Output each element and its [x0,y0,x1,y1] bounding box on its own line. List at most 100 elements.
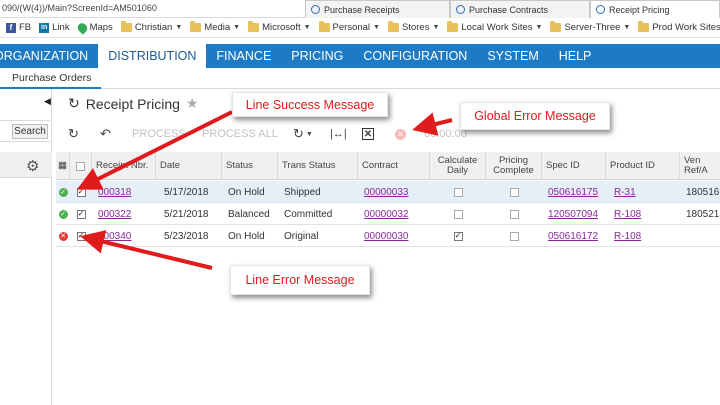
spec-id-cell[interactable]: 050616172 [544,225,606,247]
process-button[interactable]: PROCESS [132,126,186,142]
bookmark-folder-christian[interactable]: Christian ▼ [120,21,183,33]
bookmark-folder-microsoft[interactable]: Microsoft ▼ [248,21,311,33]
row-select-checkbox[interactable]: ✓ [70,203,92,225]
bookmark-fb[interactable]: f FB [6,22,31,33]
page-icon [456,5,465,14]
nav-configuration[interactable]: CONFIGURATION [353,44,477,68]
row-status-cell: ✓ [56,181,70,203]
col-trans-status[interactable]: Trans Status [278,152,358,180]
col-contract[interactable]: Contract [358,152,430,180]
folder-icon [550,21,562,32]
chevron-down-icon: ▼ [175,24,183,31]
grid-header: ▦ Receipt Nbr. Date Status Trans Status … [56,152,720,180]
bookmark-folder-local-work-sites[interactable]: Local Work Sites ▼ [447,21,543,33]
search-button[interactable]: Search [12,124,48,139]
col-status[interactable]: Status [222,152,278,180]
address-bar[interactable]: 090/(W(4))/Main?ScreenId=AM501060 [0,0,300,18]
bookmark-folder-prod-work-sites[interactable]: Prod Work Sites▼ [638,21,720,33]
pricing-complete-checkbox[interactable] [486,181,542,203]
browser-tab-receipt-pricing[interactable]: Receipt Pricing [590,0,720,18]
bookmarks-bar: f FB in Link Maps Christian ▼ Media ▼ Micros… [0,18,720,38]
page-icon [311,5,320,14]
browser-top-bar: 090/(W(4))/Main?ScreenId=AM501060 Purcha… [0,0,720,18]
collapse-left-icon[interactable]: ◀ [44,96,51,107]
receipt-nbr-cell[interactable]: 000318 [94,181,156,203]
trans-status-cell: Original [284,230,319,242]
nav-distribution[interactable]: DISTRIBUTION [98,44,207,68]
product-id-cell[interactable]: R-31 [610,181,680,203]
nav-organization[interactable]: ORGANIZATION [0,44,98,68]
subnav-purchase-orders[interactable]: Purchase Orders [0,68,102,89]
facebook-icon: f [6,22,16,33]
calculate-daily-checkbox[interactable]: ✓ [430,225,486,247]
col-ven-ref[interactable]: Ven Ref/A [680,152,720,180]
favorite-star-icon[interactable]: ★ [186,95,199,112]
row-status-column-icon[interactable]: ▦ [56,152,70,180]
table-row[interactable]: ✕ ✓ 000340 5/23/2018 On Hold Original 00… [56,225,720,247]
contract-cell[interactable]: 00000030 [360,225,430,247]
process-all-button[interactable]: PROCESS ALL [202,126,278,142]
trans-status-cell: Shipped [284,186,321,198]
select-all-checkbox[interactable] [70,152,92,180]
left-search-row: Search [0,120,50,142]
nav-pricing[interactable]: PRICING [281,44,353,68]
receipt-nbr-cell[interactable]: 000322 [94,203,156,225]
table-row[interactable]: ✓ ✓ 000318 5/17/2018 On Hold Shipped 000… [56,181,720,203]
nav-finance[interactable]: FINANCE [206,44,281,68]
export-excel-icon[interactable]: ✕ [362,126,374,142]
folder-icon [638,21,650,32]
col-spec-id[interactable]: Spec ID [542,152,606,180]
col-calculate-daily[interactable]: Calculate Daily [430,152,486,180]
bookmark-folder-personal[interactable]: Personal ▼ [318,21,380,33]
spec-id-cell[interactable]: 050616175 [544,181,606,203]
refresh-dropdown-icon[interactable]: ↻ ▼ [293,126,313,142]
nav-help[interactable]: HELP [549,44,602,68]
chevron-down-icon: ▼ [623,24,631,31]
receipt-nbr-cell[interactable]: 000340 [94,225,156,247]
spec-id-cell[interactable]: 120507094 [544,203,606,225]
refresh-icon[interactable]: ↻ [68,95,80,112]
row-select-checkbox[interactable]: ✓ [70,225,92,247]
contract-cell[interactable]: 00000033 [360,181,430,203]
chevron-down-icon: ▼ [535,24,543,31]
row-select-checkbox[interactable]: ✓ [70,181,92,203]
bookmark-folder-media[interactable]: Media ▼ [190,21,241,33]
gear-icon[interactable]: ⚙ [26,157,39,175]
table-row[interactable]: ✓ ✓ 000322 5/21/2018 Balanced Committed … [56,203,720,225]
chevron-down-icon: ▼ [373,24,380,31]
error-x-icon[interactable]: ✕ [58,231,68,241]
browser-tab-purchase-receipts[interactable]: Purchase Receipts [305,0,450,18]
col-product-id[interactable]: Product ID [606,152,680,180]
pricing-complete-checkbox[interactable] [486,203,542,225]
bookmark-maps[interactable]: Maps [75,20,113,35]
pricing-complete-checkbox[interactable] [486,225,542,247]
nav-system[interactable]: SYSTEM [477,44,548,68]
browser-tab-purchase-contracts[interactable]: Purchase Contracts [450,0,590,18]
product-id-cell[interactable]: R-108 [610,225,680,247]
col-pricing-complete[interactable]: Pricing Complete [486,152,542,180]
ven-ref-cell: 1805161 [686,186,720,198]
chevron-down-icon: ▼ [303,24,311,31]
refresh-grid-icon[interactable]: ↻ [68,126,79,142]
undo-icon[interactable]: ↶ [100,126,111,142]
contract-cell[interactable]: 00000032 [360,203,430,225]
maps-icon [75,20,89,35]
bookmark-folder-stores[interactable]: Stores ▼ [387,21,440,33]
calculate-daily-checkbox[interactable] [430,203,486,225]
bookmark-link[interactable]: in Link [39,22,70,33]
col-receipt-nbr[interactable]: Receipt Nbr. [92,152,156,180]
col-date[interactable]: Date [156,152,222,180]
calculate-daily-checkbox[interactable] [430,181,486,203]
product-id-cell[interactable]: R-108 [610,203,680,225]
chevron-down-icon: ▼ [432,24,440,31]
folder-icon [447,21,459,32]
page-header: ↻ Receipt Pricing ★ [68,95,198,112]
bookmark-folder-server-three[interactable]: Server-Three ▼ [550,21,631,33]
ven-ref-cell: 1805215 [686,208,720,220]
fit-width-icon[interactable]: |↔| [330,126,347,142]
success-check-icon[interactable]: ✓ [58,209,68,219]
chevron-down-icon: ▼ [233,24,241,31]
global-error-icon[interactable]: ✕ [395,126,406,142]
toolbar: ↻ ↶ PROCESS PROCESS ALL ↻ ▼ |↔| ✕ ✕ 00:00… [60,124,720,144]
success-check-icon[interactable]: ✓ [58,187,68,197]
